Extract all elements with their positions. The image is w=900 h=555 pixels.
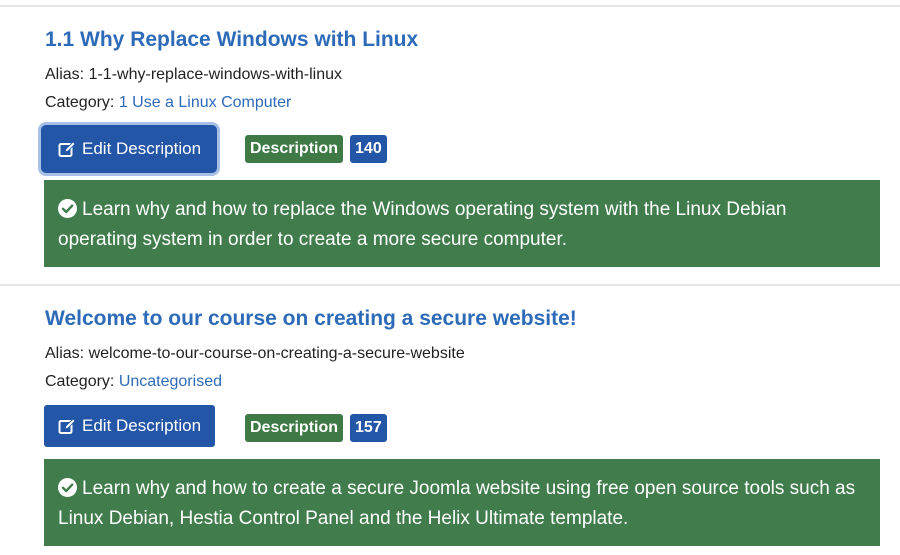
description-box: Learn why and how to replace the Windows…	[44, 180, 880, 267]
description-badges: Description 157	[245, 414, 387, 442]
alias-value: welcome-to-our-course-on-creating-a-secu…	[88, 345, 465, 362]
article-alias: Alias: welcome-to-our-course-on-creating…	[45, 345, 465, 363]
edit-description-label: Edit Description	[82, 416, 202, 435]
description-length-badge: 157	[350, 414, 387, 442]
alias-label: Alias:	[45, 345, 89, 362]
article-category: Category: Uncategorised	[45, 373, 222, 391]
article-category: Category: 1 Use a Linux Computer	[45, 94, 291, 112]
description-badge: Description	[245, 414, 344, 442]
description-box: Learn why and how to create a secure Joo…	[44, 459, 880, 546]
category-label: Category:	[45, 373, 119, 390]
article-alias: Alias: 1-1-why-replace-windows-with-linu…	[45, 66, 342, 84]
article-title[interactable]: Welcome to our course on creating a secu…	[45, 307, 577, 331]
edit-description-button[interactable]: Edit Description	[44, 405, 216, 447]
category-label: Category:	[45, 94, 119, 111]
article-list: 1.1 Why Replace Windows with Linux Alias…	[0, 0, 900, 555]
check-circle-icon	[58, 199, 77, 218]
check-circle-icon	[58, 478, 77, 497]
description-badges: Description 140	[245, 135, 387, 163]
category-link[interactable]: 1 Use a Linux Computer	[119, 94, 292, 111]
pen-to-square-icon	[58, 140, 76, 158]
alias-label: Alias:	[45, 66, 89, 83]
pen-to-square-icon	[58, 417, 76, 435]
row-divider	[0, 284, 900, 286]
alias-value: 1-1-why-replace-windows-with-linux	[88, 66, 342, 83]
description-text: Learn why and how to replace the Windows…	[58, 199, 787, 250]
edit-description-button[interactable]: Edit Description	[41, 125, 218, 173]
category-link[interactable]: Uncategorised	[119, 373, 222, 390]
description-text: Learn why and how to create a secure Joo…	[58, 478, 856, 529]
article-title[interactable]: 1.1 Why Replace Windows with Linux	[45, 28, 418, 52]
description-badge: Description	[245, 135, 344, 163]
row-divider	[0, 5, 900, 7]
edit-description-label: Edit Description	[82, 139, 202, 158]
description-length-badge: 140	[350, 135, 387, 163]
